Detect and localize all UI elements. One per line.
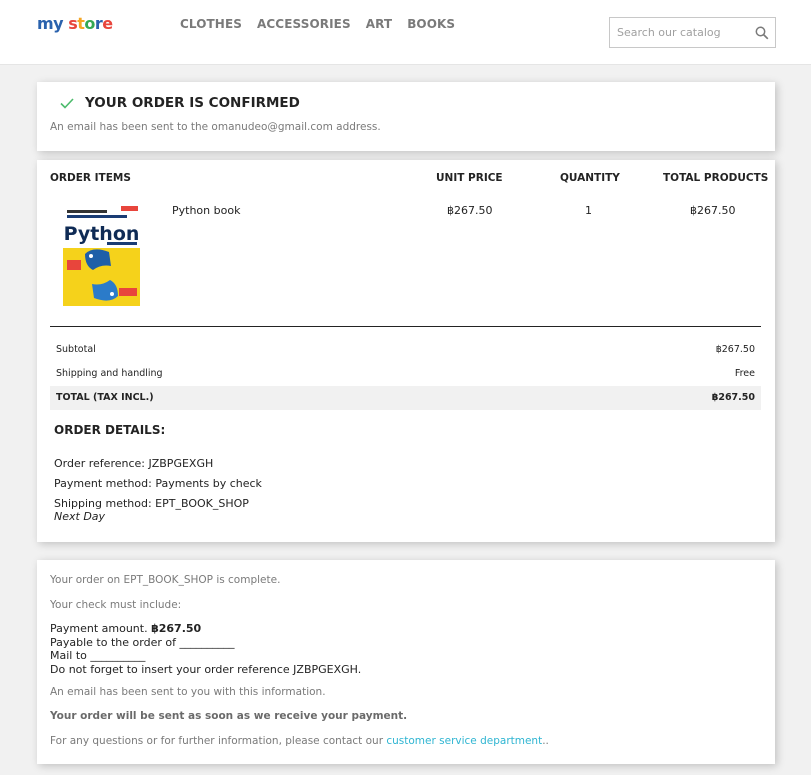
total-value: ฿267.50 bbox=[711, 392, 755, 403]
header-unit-price: UNIT PRICE bbox=[436, 172, 503, 184]
order-summary-card: ORDER ITEMS UNIT PRICE QUANTITY TOTAL PR… bbox=[37, 160, 775, 542]
order-reference: Order reference: JZBPGEXGH bbox=[54, 457, 214, 470]
product-total: ฿267.50 bbox=[690, 204, 736, 217]
logo-letter: r bbox=[94, 14, 103, 33]
logo-letter: e bbox=[102, 14, 113, 33]
total-row: TOTAL (TAX INCL.) ฿267.50 bbox=[50, 386, 761, 410]
header-total-products: TOTAL PRODUCTS bbox=[663, 172, 769, 184]
search-box bbox=[609, 17, 776, 48]
email-sent-text: An email has been sent to you with this … bbox=[50, 686, 326, 698]
product-unit-price: ฿267.50 bbox=[447, 204, 493, 217]
product-image: Python bbox=[63, 204, 140, 306]
site-header: my store CLOTHES ACCESSORIES ART BOOKS bbox=[0, 0, 811, 65]
mail-to: Mail to __________ bbox=[50, 649, 146, 662]
nav-art[interactable]: ART bbox=[366, 17, 392, 31]
items-divider bbox=[50, 326, 761, 327]
check-icon bbox=[60, 98, 74, 109]
shipping-label: Shipping and handling bbox=[56, 368, 163, 379]
check-details: Payment amount. ฿267.50 Payable to the o… bbox=[50, 622, 361, 676]
payment-amount-label: Payment amount. bbox=[50, 622, 148, 635]
link-suffix: .. bbox=[542, 735, 549, 747]
logo-letter: o bbox=[84, 14, 95, 33]
shipping-method: Shipping method: EPT_BOOK_SHOP bbox=[54, 497, 249, 510]
logo-letter: y bbox=[53, 14, 64, 33]
shipping-value: Free bbox=[734, 368, 755, 379]
order-confirmation-card: YOUR ORDER IS CONFIRMED An email has bee… bbox=[37, 82, 775, 151]
search-input[interactable] bbox=[610, 18, 745, 47]
nav-books[interactable]: BOOKS bbox=[407, 17, 455, 31]
logo-letter: t bbox=[77, 14, 85, 33]
shipping-row: Shipping and handling Free bbox=[50, 362, 761, 386]
main-nav: CLOTHES ACCESSORIES ART BOOKS bbox=[180, 17, 470, 31]
sent-notice-text: Your order will be sent as soon as we re… bbox=[50, 710, 408, 722]
nav-clothes[interactable]: CLOTHES bbox=[180, 17, 242, 31]
header-quantity: QUANTITY bbox=[560, 172, 620, 184]
confirmation-email-note: An email has been sent to the omanudeo@g… bbox=[50, 121, 381, 133]
check-include-text: Your check must include: bbox=[50, 599, 182, 611]
product-quantity: 1 bbox=[585, 204, 592, 217]
contact-text: For any questions or for further informa… bbox=[50, 735, 549, 747]
store-logo[interactable]: my store bbox=[37, 14, 113, 33]
payment-method: Payment method: Payments by check bbox=[54, 477, 262, 490]
order-complete-text: Your order on EPT_BOOK_SHOP is complete. bbox=[50, 574, 281, 586]
total-label: TOTAL (TAX INCL.) bbox=[56, 392, 154, 403]
book-cover-title: Python bbox=[64, 223, 140, 245]
subtotal-label: Subtotal bbox=[56, 344, 96, 355]
logo-letter: s bbox=[68, 14, 78, 33]
subtotal-row: Subtotal ฿267.50 bbox=[50, 338, 761, 362]
customer-service-link[interactable]: customer service department bbox=[386, 735, 542, 747]
payable-to: Payable to the order of __________ bbox=[50, 635, 235, 649]
header-order-items: ORDER ITEMS bbox=[50, 172, 131, 184]
payment-amount-value: ฿267.50 bbox=[151, 622, 202, 635]
questions-text: For any questions or for further informa… bbox=[50, 735, 384, 747]
search-icon[interactable] bbox=[755, 26, 769, 40]
product-name: Python book bbox=[172, 204, 241, 217]
order-details-title: ORDER DETAILS: bbox=[54, 423, 166, 437]
nav-accessories[interactable]: ACCESSORIES bbox=[257, 17, 351, 31]
confirmation-title: YOUR ORDER IS CONFIRMED bbox=[85, 95, 300, 111]
shipping-speed: Next Day bbox=[54, 510, 106, 523]
payment-instructions-card: Your order on EPT_BOOK_SHOP is complete.… bbox=[37, 560, 775, 764]
logo-letter: m bbox=[37, 14, 54, 33]
reference-reminder: Do not forget to insert your order refer… bbox=[50, 662, 362, 676]
subtotal-value: ฿267.50 bbox=[715, 344, 755, 355]
